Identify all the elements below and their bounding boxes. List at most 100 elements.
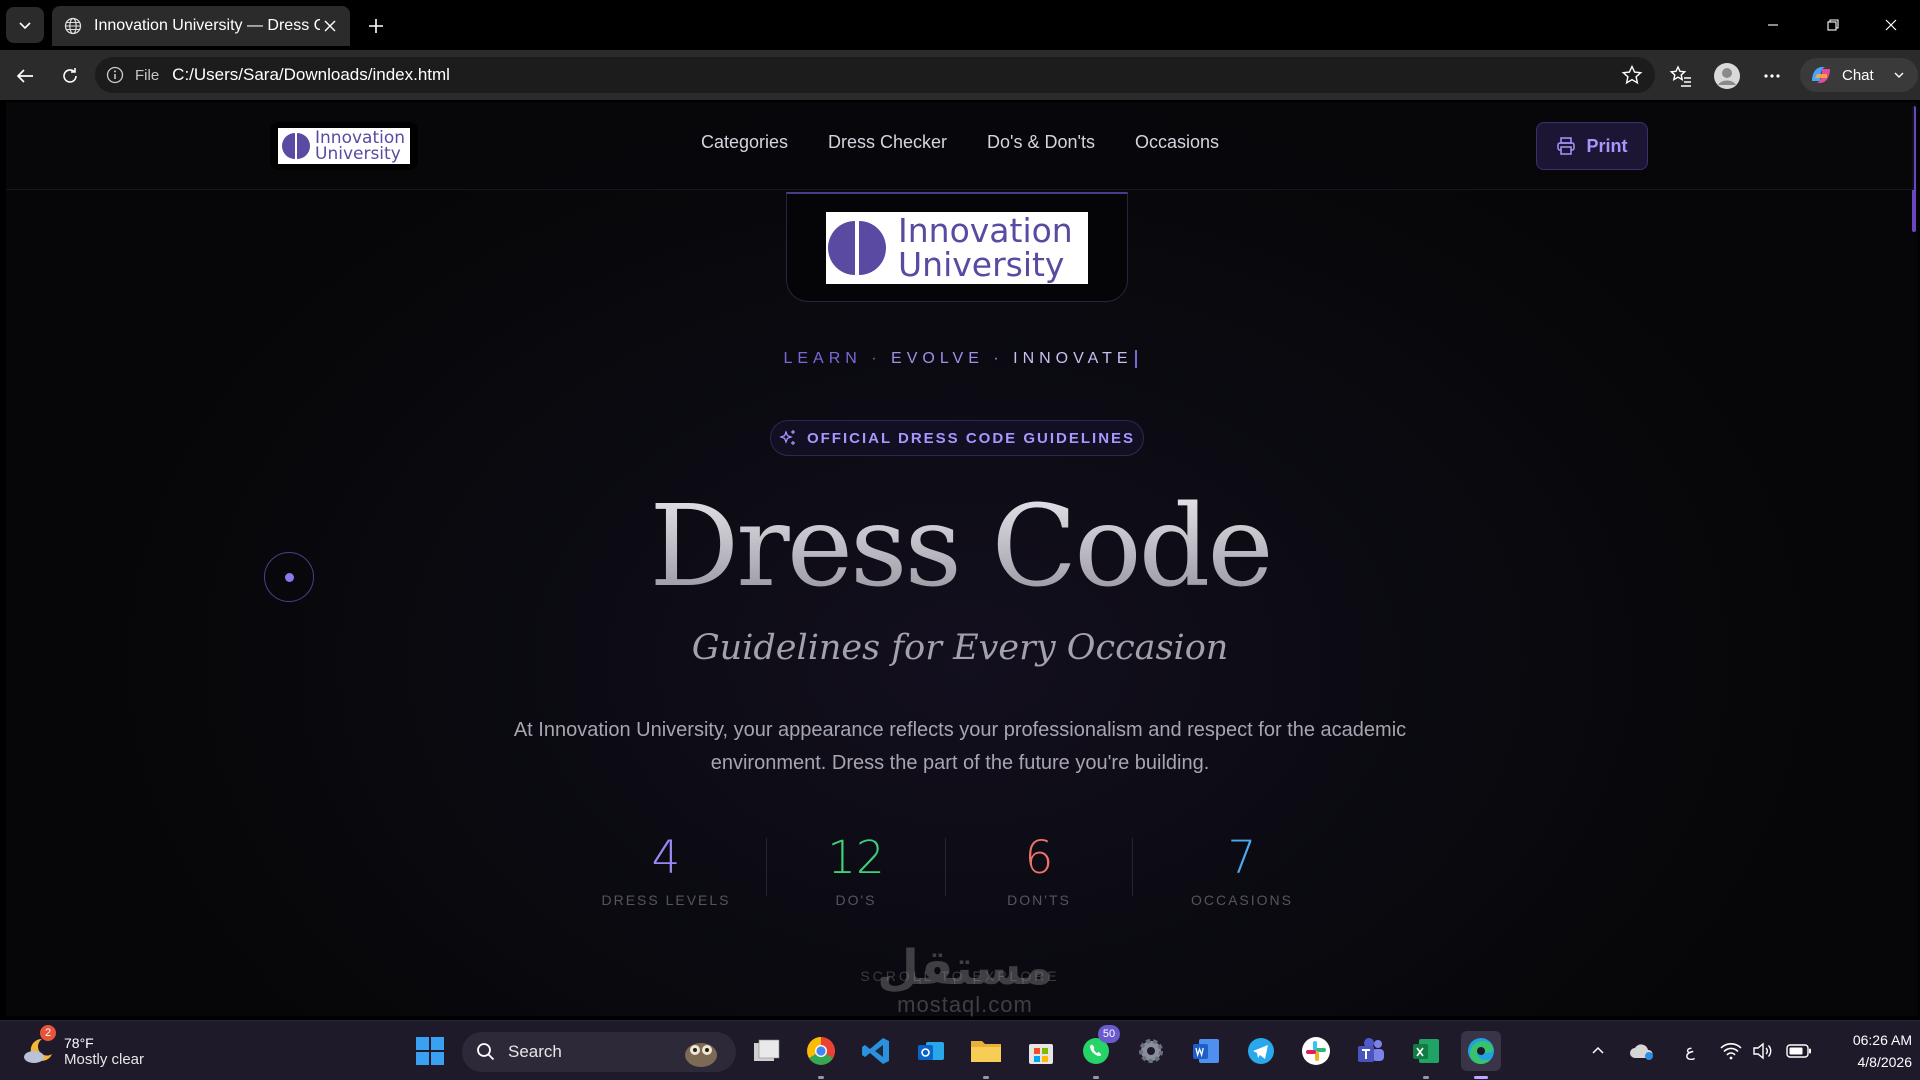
file-explorer-app[interactable] [966, 1031, 1006, 1071]
stat-value: 7 [1227, 831, 1257, 884]
word-app[interactable] [1186, 1031, 1226, 1071]
teams-app[interactable] [1351, 1031, 1391, 1071]
chrome-app[interactable] [801, 1031, 841, 1071]
page-viewport: Innovation University Categories Dress C… [6, 102, 1918, 1016]
teams-icon [1358, 1038, 1384, 1062]
search-highlight-icon [685, 1043, 717, 1067]
stat-value: 12 [827, 831, 885, 884]
back-button[interactable] [8, 59, 42, 93]
ellipsis-icon [1764, 74, 1780, 78]
stat-occasions: 7 OCCASIONS [1133, 832, 1351, 912]
nav-link-dress-checker[interactable]: Dress Checker [828, 132, 947, 153]
active-indicator [1474, 1076, 1488, 1079]
taskbar: 2 78°F Mostly clear Search 50 ع 06:26 AM… [0, 1020, 1920, 1080]
tagline-separator: · [993, 350, 1004, 368]
profile-button[interactable] [1710, 59, 1744, 93]
weather-condition: Mostly clear [64, 1050, 145, 1068]
tagline-innovate: INNOVATE [1013, 350, 1133, 368]
chevron-up-icon [1592, 1046, 1604, 1054]
vscode-app[interactable] [856, 1031, 896, 1071]
stat-value: 6 [1024, 831, 1054, 884]
wifi-tray[interactable] [1716, 1031, 1746, 1071]
whatsapp-app[interactable]: 50 [1076, 1025, 1120, 1071]
telegram-app[interactable] [1241, 1031, 1281, 1071]
word-icon [1193, 1039, 1219, 1063]
stat-dos: 12 DO'S [767, 832, 945, 912]
badge-label: OFFICIAL DRESS CODE GUIDELINES [806, 429, 1136, 447]
watermark-arabic: مستقل [877, 940, 1053, 996]
guidelines-badge: OFFICIAL DRESS CODE GUIDELINES [770, 420, 1144, 456]
globe-icon [62, 15, 84, 37]
custom-cursor [264, 552, 314, 602]
wifi-icon [1720, 1043, 1742, 1060]
info-icon[interactable] [105, 65, 125, 85]
task-view-icon [754, 1039, 780, 1061]
battery-tray[interactable] [1782, 1031, 1816, 1071]
stat-label: DON'TS [1007, 892, 1071, 908]
favorites-list-icon [1669, 65, 1691, 87]
clock-time: 06:26 AM [1852, 1032, 1912, 1048]
battery-icon [1786, 1044, 1811, 1058]
tray-overflow-button[interactable] [1582, 1031, 1614, 1071]
microsoft-store-app[interactable] [1021, 1031, 1061, 1071]
cursor-dot [284, 572, 294, 582]
weather-temperature: 78°F [64, 1034, 94, 1051]
excel-app[interactable] [1406, 1031, 1446, 1071]
reload-button[interactable] [53, 59, 87, 93]
chrome-icon [807, 1037, 835, 1065]
running-indicator [1093, 1076, 1099, 1079]
copilot-label: Chat [1842, 66, 1874, 84]
task-view-button[interactable] [747, 1031, 787, 1071]
edge-app[interactable] [1461, 1031, 1501, 1071]
gear-icon [1139, 1039, 1163, 1063]
restore-icon [1827, 19, 1839, 31]
slack-app[interactable] [1296, 1031, 1336, 1071]
print-label: Print [1586, 135, 1628, 156]
tagline: LEARN · EVOLVE · INNOVATE [6, 350, 1914, 368]
url-text[interactable]: C:/Users/Sara/Downloads/index.html [172, 65, 1619, 85]
favorites-button[interactable] [1664, 59, 1698, 93]
hero-logo-card: Innovation University [786, 192, 1128, 302]
address-bar-row: File C:/Users/Sara/Downloads/index.html … [0, 50, 1920, 100]
close-tab-icon[interactable] [320, 16, 340, 36]
onedrive-tray[interactable] [1624, 1031, 1660, 1071]
minimize-button[interactable] [1744, 0, 1802, 50]
running-indicator [983, 1076, 989, 1079]
nav-link-occasions[interactable]: Occasions [1135, 132, 1219, 153]
tagline-separator: · [871, 350, 882, 368]
arrow-left-icon [16, 69, 33, 83]
close-window-button[interactable] [1862, 0, 1920, 50]
input-language-indicator[interactable]: ع [1670, 1031, 1710, 1071]
more-menu-button[interactable] [1755, 59, 1789, 93]
clock-date: 4/8/2026 [1857, 1054, 1913, 1070]
weather-widget[interactable]: 2 78°F Mostly clear [20, 1025, 200, 1073]
typing-caret [1134, 350, 1137, 368]
store-icon [1029, 1044, 1053, 1064]
running-indicator [1423, 1076, 1429, 1079]
clock[interactable]: 06:26 AM 4/8/2026 [1820, 1029, 1912, 1073]
tab-list-button[interactable] [6, 7, 44, 43]
folder-icon [971, 1041, 1001, 1062]
nav-link-categories[interactable]: Categories [701, 132, 788, 153]
windows-logo-icon [416, 1037, 444, 1065]
start-button[interactable] [410, 1031, 450, 1071]
volume-tray[interactable] [1748, 1031, 1778, 1071]
favorite-star-icon[interactable] [1619, 62, 1645, 88]
nav-link-dos-donts[interactable]: Do's & Don'ts [987, 132, 1095, 153]
search-icon [477, 1043, 495, 1061]
speaker-icon [1753, 1042, 1772, 1060]
outlook-app[interactable] [911, 1031, 951, 1071]
settings-app[interactable] [1131, 1031, 1171, 1071]
university-emblem-icon [828, 220, 886, 275]
url-bar[interactable]: File C:/Users/Sara/Downloads/index.html [95, 57, 1655, 93]
hero-subtitle: Guidelines for Every Occasion [691, 628, 1229, 668]
new-tab-button[interactable] [358, 10, 394, 42]
logo-line2: University [898, 244, 1065, 284]
browser-tab-active[interactable]: Innovation University — Dress Cod [52, 6, 350, 46]
print-button[interactable]: Print [1536, 122, 1648, 170]
stats-row: 4 DRESS LEVELS 12 DO'S 6 DON'TS 7 OCCASI… [566, 832, 1352, 912]
slack-icon [1302, 1037, 1330, 1065]
copilot-chat-button[interactable]: Chat [1800, 58, 1918, 92]
restore-button[interactable] [1804, 0, 1862, 50]
taskbar-search[interactable]: Search [462, 1032, 736, 1072]
